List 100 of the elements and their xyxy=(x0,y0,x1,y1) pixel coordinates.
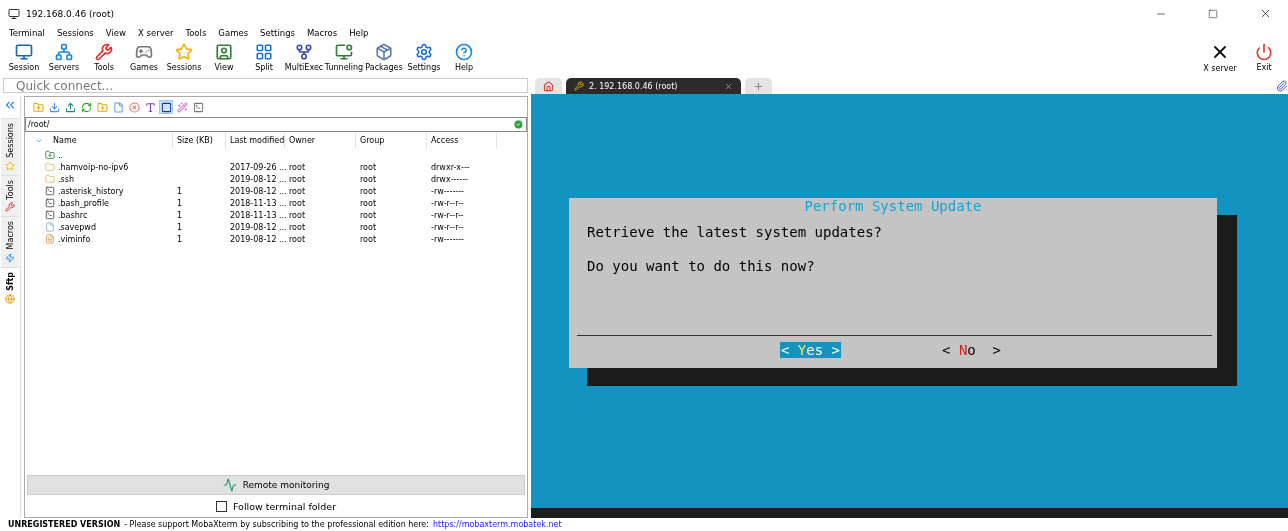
sftp-tool-button[interactable] xyxy=(79,100,93,114)
terminal-icon xyxy=(192,101,204,113)
menu-item[interactable]: Sessions xyxy=(56,27,94,38)
terminal-icon xyxy=(45,186,55,196)
toolbar-button[interactable]: Packages xyxy=(364,42,404,72)
menu-item[interactable]: Help xyxy=(349,27,369,38)
toolbar-button[interactable]: Tunneling xyxy=(324,42,364,72)
table-cell: -rw-r--r-- xyxy=(431,210,464,220)
column-header[interactable]: Size (KB) xyxy=(173,132,226,149)
table-cell: root xyxy=(360,186,377,196)
menu-item[interactable]: Macros xyxy=(306,27,338,38)
sftp-tool-button[interactable] xyxy=(63,100,77,114)
wrench-icon xyxy=(574,81,584,91)
download-icon xyxy=(48,101,60,113)
paperclip-icon[interactable] xyxy=(1276,80,1288,92)
table-cell: -rw------- xyxy=(431,234,464,244)
menu-item[interactable]: Terminal xyxy=(9,27,45,38)
table-cell: 2018-11-13 ... xyxy=(230,210,287,220)
file-name[interactable]: .bash_profile xyxy=(58,198,110,208)
table-cell: root xyxy=(360,222,377,232)
toolbar-button[interactable]: Sessions xyxy=(164,42,204,72)
dialog-button[interactable]: < No > xyxy=(941,342,1003,358)
close-icon[interactable] xyxy=(724,81,733,91)
checkbox[interactable] xyxy=(215,500,227,512)
dialog-text: Do you want to do this now? xyxy=(587,258,815,274)
collapse-icon[interactable] xyxy=(3,98,17,112)
toolbar-button[interactable]: Help xyxy=(444,42,484,72)
toolbar-button[interactable]: Session xyxy=(4,42,44,72)
terminal-screen[interactable]: Perform System Update Retrieve the latest system updates? Do you want to do this now? < Yes > < No > xyxy=(531,94,1288,518)
toolbar-button[interactable]: X server xyxy=(1196,41,1244,73)
new-tab-button[interactable] xyxy=(745,78,772,94)
file-name[interactable]: .hamvoip-no-ipv6 xyxy=(58,162,129,172)
side-tab[interactable]: Tools xyxy=(1,174,19,217)
table-cell: 1 xyxy=(177,186,183,196)
rename-icon xyxy=(144,101,156,113)
table-cell: 2019-08-12 ... xyxy=(230,222,287,232)
toolbar-button[interactable]: Exit xyxy=(1244,42,1284,72)
toolbar-button[interactable]: Servers xyxy=(44,42,84,72)
file-name[interactable]: .viminfo xyxy=(58,234,91,244)
column-header[interactable]: Group xyxy=(356,132,427,149)
text-icon xyxy=(45,234,55,244)
menu-item[interactable]: Games xyxy=(218,27,249,38)
menu-item[interactable]: Tools xyxy=(185,27,207,38)
dialog-title: Perform System Update xyxy=(803,198,983,214)
terminal-icon xyxy=(45,198,55,208)
table-cell: 1 xyxy=(177,198,183,208)
toolbar-button[interactable]: Split xyxy=(244,42,284,72)
quick-connect-field[interactable]: Quick connect... xyxy=(3,78,528,93)
table-cell: 2017-09-26 ... xyxy=(230,162,287,172)
window-title: 192.168.0.46 (root) xyxy=(26,8,116,19)
check-icon[interactable] xyxy=(513,119,524,130)
path-field[interactable]: /root/ xyxy=(25,117,527,132)
side-tab[interactable]: Macros xyxy=(1,216,19,267)
toolbar-button[interactable]: MultiExec xyxy=(284,42,324,72)
table-cell: root xyxy=(360,210,377,220)
session-tab[interactable]: 2. 192.168.0.46 (root) xyxy=(566,78,741,94)
plus-icon xyxy=(753,80,764,92)
file-name[interactable]: .. xyxy=(58,150,64,160)
upload-icon xyxy=(64,101,76,113)
file-name[interactable]: .savepwd xyxy=(58,222,96,232)
website-link[interactable]: https://mobaxterm.mobatek.net xyxy=(432,520,562,529)
table-cell: 1 xyxy=(177,210,183,220)
column-header[interactable]: Owner xyxy=(285,132,356,149)
folder-icon xyxy=(45,162,55,172)
file-icon xyxy=(45,222,55,232)
menu-item[interactable]: View xyxy=(105,27,126,38)
file-name[interactable]: .bashrc xyxy=(58,210,88,220)
menu-item[interactable]: X server xyxy=(137,27,174,38)
table-cell: -rw-r--r-- xyxy=(431,222,464,232)
folder-icon xyxy=(45,174,55,184)
checkbox-label: Follow terminal folder xyxy=(232,500,337,512)
toolbar-button[interactable]: Settings xyxy=(404,42,444,72)
menu-item[interactable]: Settings xyxy=(260,27,295,38)
table-cell: root xyxy=(289,162,306,172)
column-header[interactable]: Name xyxy=(31,132,173,149)
file-name[interactable]: .asterisk_history xyxy=(58,186,124,196)
toolbar-button[interactable]: Tools xyxy=(84,42,124,72)
remote-monitoring-button[interactable]: Remote monitoring xyxy=(27,475,525,495)
table-cell: root xyxy=(289,234,306,244)
toolbar-button[interactable]: View xyxy=(204,42,244,72)
settings-icon xyxy=(415,42,433,61)
sftp-tool-button[interactable] xyxy=(143,100,157,114)
help-icon xyxy=(455,42,473,61)
side-tab[interactable]: Sessions xyxy=(1,118,19,175)
app-icon xyxy=(8,7,20,20)
table-cell: -rw-r--r-- xyxy=(431,198,464,208)
sftp-tool-button[interactable] xyxy=(191,100,205,114)
file-name[interactable]: .ssh xyxy=(58,174,74,184)
new-folder-icon xyxy=(96,101,108,113)
table-cell: 2019-08-12 ... xyxy=(230,234,287,244)
table-cell: -rw------- xyxy=(431,186,464,196)
exit-icon xyxy=(1255,42,1273,61)
table-cell: root xyxy=(289,186,306,196)
toolbar-button[interactable]: Games xyxy=(124,42,164,72)
home-tab[interactable] xyxy=(535,78,562,94)
dialog-button[interactable]: < Yes > xyxy=(780,342,841,358)
folder-up-icon xyxy=(32,101,44,113)
star-icon xyxy=(5,160,15,171)
column-header[interactable]: Last modified xyxy=(226,132,285,149)
column-header[interactable]: Access xyxy=(427,132,497,149)
